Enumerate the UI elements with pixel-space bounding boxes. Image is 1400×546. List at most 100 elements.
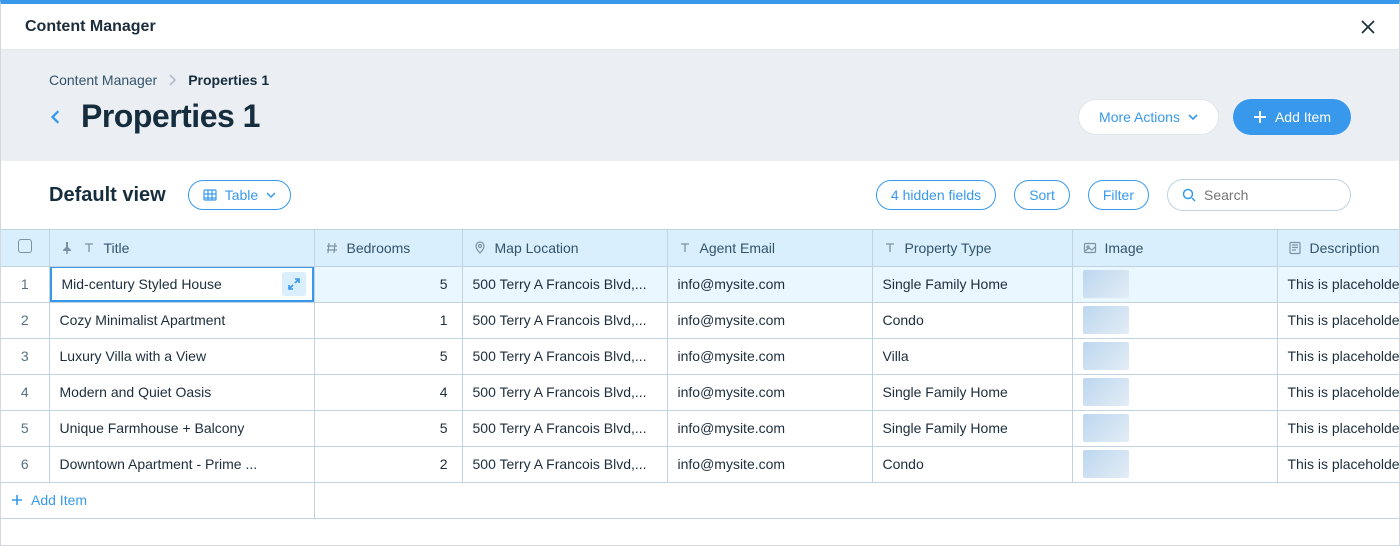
cell-bedrooms[interactable]: 1 bbox=[314, 302, 462, 338]
cell-property-type[interactable]: Single Family Home bbox=[872, 410, 1072, 446]
search-field[interactable] bbox=[1167, 179, 1351, 211]
text-icon bbox=[678, 241, 692, 255]
row-number[interactable]: 5 bbox=[1, 410, 49, 446]
row-number[interactable]: 3 bbox=[1, 338, 49, 374]
cell-location[interactable]: 500 Terry A Francois Blvd,... bbox=[462, 446, 667, 482]
add-item-row-label: Add Item bbox=[31, 492, 87, 508]
add-item-row[interactable]: Add Item bbox=[1, 482, 1399, 518]
back-chevron-icon[interactable] bbox=[49, 110, 63, 124]
row-number[interactable]: 4 bbox=[1, 374, 49, 410]
table-row[interactable]: 4Modern and Quiet Oasis4500 Terry A Fran… bbox=[1, 374, 1399, 410]
cell-description[interactable]: This is placeholde bbox=[1277, 446, 1399, 482]
cell-image[interactable] bbox=[1072, 410, 1277, 446]
cell-location[interactable]: 500 Terry A Francois Blvd,... bbox=[462, 266, 667, 302]
cell-image[interactable] bbox=[1072, 266, 1277, 302]
cell-location[interactable]: 500 Terry A Francois Blvd,... bbox=[462, 374, 667, 410]
row-number[interactable]: 1 bbox=[1, 266, 49, 302]
cell-title[interactable]: Cozy Minimalist Apartment bbox=[49, 302, 314, 338]
plus-icon bbox=[1253, 110, 1267, 124]
expand-icon bbox=[288, 278, 300, 290]
col-header-location[interactable]: Map Location bbox=[462, 230, 667, 266]
hidden-fields-button[interactable]: 4 hidden fields bbox=[876, 180, 996, 210]
chevron-down-icon bbox=[266, 190, 276, 200]
cell-email[interactable]: info@mysite.com bbox=[667, 374, 872, 410]
cell-description[interactable]: This is placeholde bbox=[1277, 266, 1399, 302]
cell-image[interactable] bbox=[1072, 446, 1277, 482]
image-thumbnail bbox=[1083, 414, 1129, 442]
col-header-email[interactable]: Agent Email bbox=[667, 230, 872, 266]
cell-title[interactable]: Luxury Villa with a View bbox=[49, 338, 314, 374]
table-row[interactable]: 6Downtown Apartment - Prime ...2500 Terr… bbox=[1, 446, 1399, 482]
cell-bedrooms[interactable]: 4 bbox=[314, 374, 462, 410]
sort-button[interactable]: Sort bbox=[1014, 180, 1070, 210]
filter-button[interactable]: Filter bbox=[1088, 180, 1149, 210]
table-row[interactable]: 5Unique Farmhouse + Balcony5500 Terry A … bbox=[1, 410, 1399, 446]
select-all-header[interactable] bbox=[1, 230, 49, 266]
cell-title-text: Mid-century Styled House bbox=[62, 276, 222, 292]
checkbox-icon bbox=[18, 239, 32, 253]
number-icon bbox=[325, 241, 339, 255]
table-row[interactable]: 1 Mid-century Styled House 5500 Terry A Fr… bbox=[1, 266, 1399, 302]
table-header-row: Title Bedrooms Map Location Agent Email … bbox=[1, 230, 1399, 266]
search-input[interactable] bbox=[1204, 187, 1385, 203]
cell-location[interactable]: 500 Terry A Francois Blvd,... bbox=[462, 338, 667, 374]
richtext-icon bbox=[1288, 241, 1302, 255]
image-thumbnail bbox=[1083, 270, 1129, 298]
image-thumbnail bbox=[1083, 450, 1129, 478]
col-header-image[interactable]: Image bbox=[1072, 230, 1277, 266]
close-icon[interactable] bbox=[1361, 20, 1375, 34]
header-area: Content Manager Properties 1 Properties … bbox=[1, 50, 1399, 161]
cell-bedrooms[interactable]: 2 bbox=[314, 446, 462, 482]
cell-image[interactable] bbox=[1072, 302, 1277, 338]
cell-bedrooms[interactable]: 5 bbox=[314, 266, 462, 302]
image-thumbnail bbox=[1083, 378, 1129, 406]
col-header-ptype[interactable]: Property Type bbox=[872, 230, 1072, 266]
cell-bedrooms[interactable]: 5 bbox=[314, 338, 462, 374]
cell-email[interactable]: info@mysite.com bbox=[667, 446, 872, 482]
expand-cell-button[interactable] bbox=[282, 272, 306, 296]
col-header-desc[interactable]: Description bbox=[1277, 230, 1399, 266]
app-title: Content Manager bbox=[25, 18, 156, 36]
breadcrumb: Content Manager Properties 1 bbox=[49, 72, 1351, 88]
image-icon bbox=[1083, 241, 1097, 255]
cell-location[interactable]: 500 Terry A Francois Blvd,... bbox=[462, 302, 667, 338]
cell-title[interactable]: Mid-century Styled House bbox=[49, 266, 314, 302]
cell-bedrooms[interactable]: 5 bbox=[314, 410, 462, 446]
view-layout-selector[interactable]: Table bbox=[188, 180, 291, 210]
table-row[interactable]: 2Cozy Minimalist Apartment1500 Terry A F… bbox=[1, 302, 1399, 338]
row-number[interactable]: 6 bbox=[1, 446, 49, 482]
cell-title[interactable]: Modern and Quiet Oasis bbox=[49, 374, 314, 410]
more-actions-button[interactable]: More Actions bbox=[1078, 99, 1219, 135]
cell-description[interactable]: This is placeholde bbox=[1277, 410, 1399, 446]
page-head: Properties 1 More Actions Add Item bbox=[49, 98, 1351, 135]
cell-property-type[interactable]: Single Family Home bbox=[872, 266, 1072, 302]
titlebar: Content Manager bbox=[1, 4, 1399, 50]
cell-description[interactable]: This is placeholde bbox=[1277, 338, 1399, 374]
add-item-button[interactable]: Add Item bbox=[1233, 99, 1351, 135]
col-header-bedrooms[interactable]: Bedrooms bbox=[314, 230, 462, 266]
cell-email[interactable]: info@mysite.com bbox=[667, 302, 872, 338]
table-row[interactable]: 3Luxury Villa with a View5500 Terry A Fr… bbox=[1, 338, 1399, 374]
cell-title[interactable]: Downtown Apartment - Prime ... bbox=[49, 446, 314, 482]
col-header-title[interactable]: Title bbox=[49, 230, 314, 266]
chevron-down-icon bbox=[1188, 112, 1198, 122]
cell-property-type[interactable]: Single Family Home bbox=[872, 374, 1072, 410]
cell-title[interactable]: Unique Farmhouse + Balcony bbox=[49, 410, 314, 446]
breadcrumb-root[interactable]: Content Manager bbox=[49, 72, 157, 88]
cell-location[interactable]: 500 Terry A Francois Blvd,... bbox=[462, 410, 667, 446]
cell-property-type[interactable]: Condo bbox=[872, 302, 1072, 338]
cell-property-type[interactable]: Condo bbox=[872, 446, 1072, 482]
row-number[interactable]: 2 bbox=[1, 302, 49, 338]
cell-description[interactable]: This is placeholde bbox=[1277, 302, 1399, 338]
page-title: Properties 1 bbox=[81, 98, 260, 135]
cell-image[interactable] bbox=[1072, 374, 1277, 410]
text-icon bbox=[82, 241, 96, 255]
cell-email[interactable]: info@mysite.com bbox=[667, 266, 872, 302]
add-item-label: Add Item bbox=[1275, 109, 1331, 125]
cell-image[interactable] bbox=[1072, 338, 1277, 374]
cell-email[interactable]: info@mysite.com bbox=[667, 410, 872, 446]
image-thumbnail bbox=[1083, 306, 1129, 334]
cell-email[interactable]: info@mysite.com bbox=[667, 338, 872, 374]
cell-property-type[interactable]: Villa bbox=[872, 338, 1072, 374]
cell-description[interactable]: This is placeholde bbox=[1277, 374, 1399, 410]
